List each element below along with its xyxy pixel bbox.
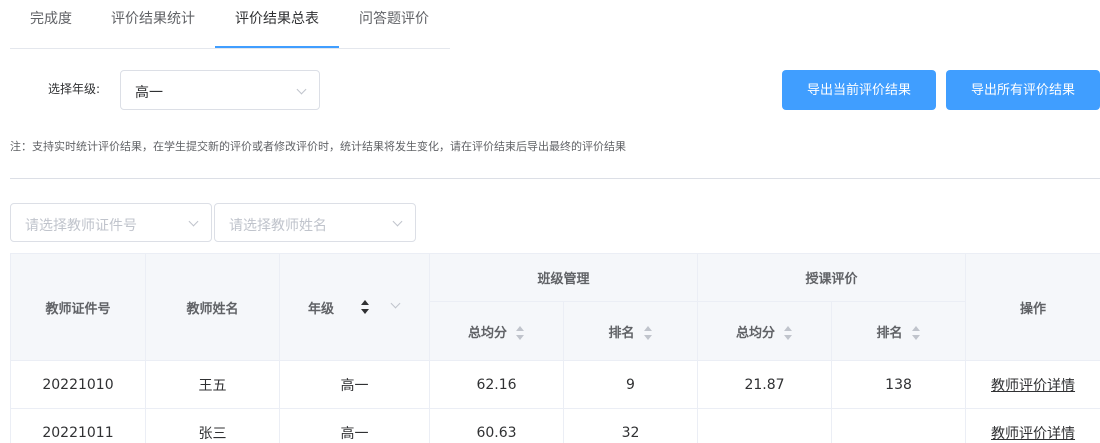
cell-class-avg: 62.16 [429,360,564,409]
teacher-id-select[interactable]: 请选择教师证件号 [10,203,212,242]
results-table: 教师证件号 教师姓名 年级 班级管理 授课评价 操作 总均分 排名 总均分 排名… [10,253,1100,443]
header-teach-avg-label: 总均分 [736,325,776,341]
table-row: 20221011 张三 高一 60.63 32 教师评价详情 [10,408,1100,443]
cell-teacher-name: 张三 [145,408,280,443]
cell-grade: 高一 [279,360,430,409]
divider [10,178,1100,179]
grade-select-value: 高一 [135,85,163,101]
tab-completion[interactable]: 完成度 [30,0,72,49]
cell-teacher-name: 王五 [145,360,280,409]
teacher-id-placeholder: 请选择教师证件号 [25,218,137,234]
cell-operation: 教师评价详情 [965,360,1100,409]
cell-class-rank: 9 [562,360,699,409]
header-class-rank-label: 排名 [608,325,635,341]
export-all-button[interactable]: 导出所有评价结果 [946,70,1100,110]
header-teacher-id: 教师证件号 [10,253,146,361]
export-current-button[interactable]: 导出当前评价结果 [782,70,936,110]
header-class-management: 班级管理 [428,253,699,302]
chevron-down-icon [188,216,199,227]
sort-icon[interactable] [911,326,921,340]
header-teach-rank[interactable]: 排名 [831,301,967,361]
active-tab-indicator [215,46,339,48]
teacher-name-placeholder: 请选择教师姓名 [229,218,327,234]
cell-teach-avg: 21.87 [697,360,833,409]
cell-operation: 教师评价详情 [965,408,1100,443]
grade-label: 选择年级: [48,82,101,96]
header-teaching-evaluation-label: 授课评价 [805,272,858,287]
cell-grade: 高一 [279,408,430,443]
grade-select[interactable]: 高一 [120,70,320,110]
header-grade-label: 年级 [308,302,335,317]
header-operation: 操作 [965,253,1100,361]
chevron-down-icon [392,216,403,227]
teacher-detail-link[interactable]: 教师评价详情 [991,378,1075,394]
chevron-down-icon [296,84,307,95]
teacher-name-select[interactable]: 请选择教师姓名 [214,203,416,242]
cell-class-rank: 32 [562,408,699,443]
cell-teach-avg [697,408,833,443]
header-teach-rank-label: 排名 [876,325,903,341]
header-class-management-label: 班级管理 [537,272,590,287]
tab-result-summary[interactable]: 评价结果总表 [235,0,319,49]
header-teacher-name: 教师姓名 [145,253,280,361]
header-teacher-id-label: 教师证件号 [45,301,111,317]
cell-teach-rank [831,408,967,443]
tab-bar: 完成度 评价结果统计 评价结果总表 问答题评价 [10,0,450,49]
header-operation-label: 操作 [1020,301,1047,317]
info-note: 注：支持实时统计评价结果，在学生提交新的评价或者修改评价时，统计结果将发生变化，… [10,140,626,153]
sort-icon[interactable] [643,326,653,340]
tab-result-statistics[interactable]: 评价结果统计 [111,0,195,49]
table-row: 20221010 王五 高一 62.16 9 21.87 138 教师评价详情 [10,360,1100,409]
cell-teacher-id: 20221010 [10,360,146,409]
sort-icon[interactable] [783,326,793,340]
sort-icon[interactable] [515,326,525,340]
cell-teach-rank: 138 [831,360,967,409]
sort-icon[interactable] [360,300,370,314]
header-class-rank[interactable]: 排名 [562,301,699,361]
teacher-detail-link[interactable]: 教师评价详情 [991,426,1075,442]
tab-qa-evaluation[interactable]: 问答题评价 [359,0,429,49]
filter-chevron-icon[interactable] [390,298,401,309]
header-class-avg-label: 总均分 [467,325,507,341]
header-grade[interactable]: 年级 [279,253,430,361]
header-teaching-evaluation: 授课评价 [697,253,967,302]
cell-class-avg: 60.63 [429,408,564,443]
header-class-avg[interactable]: 总均分 [429,301,564,361]
header-teach-avg[interactable]: 总均分 [697,301,833,361]
header-teacher-name-label: 教师姓名 [186,301,239,317]
cell-teacher-id: 20221011 [10,408,146,443]
